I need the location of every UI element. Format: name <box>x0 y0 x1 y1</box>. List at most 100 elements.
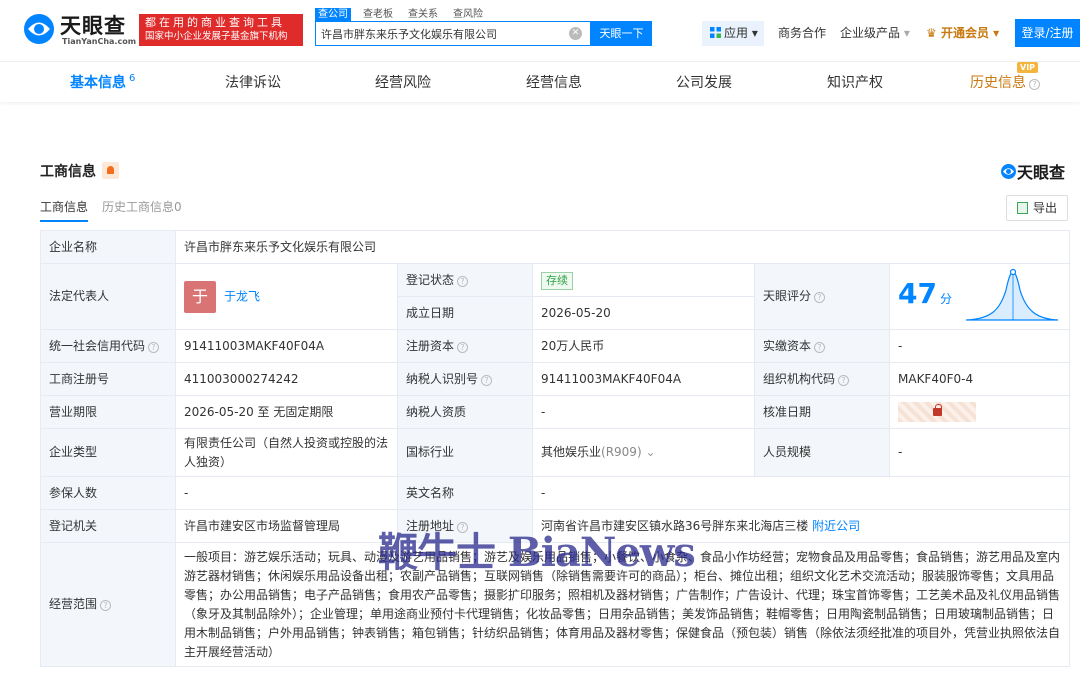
staff-value: - <box>888 428 1071 477</box>
tab-business-info[interactable]: 经营信息 <box>526 72 582 92</box>
help-icon[interactable]: ? <box>100 600 112 611</box>
search-tab-company[interactable]: 查公司 <box>315 8 351 22</box>
help-icon[interactable]: ? <box>148 341 160 353</box>
taxpayer-id-label-cell: 纳税人识别号? <box>397 362 533 396</box>
help-icon[interactable]: ? <box>838 374 850 386</box>
score-unit: 分 <box>939 292 952 306</box>
export-button[interactable]: 导出 <box>1006 195 1068 221</box>
tab-legal[interactable]: 法律诉讼 <box>225 72 281 92</box>
nav-open-vip[interactable]: ♛ 开通会员 ▾ <box>926 21 999 46</box>
vip-badge: VIP <box>1017 62 1039 73</box>
clear-icon[interactable]: ✕ <box>569 27 582 40</box>
company-tab-bar: 基本信息 6 法律诉讼 经营风险 经营信息 公司发展 知识产权 历史信息? VIP <box>0 62 1080 102</box>
section-title-text: 工商信息 <box>40 164 96 180</box>
reg-no-value: 411003000274242 <box>175 362 398 396</box>
approve-date-label: 核准日期 <box>754 395 890 429</box>
app-menu-label: 应用 <box>724 26 749 40</box>
approve-date-cell <box>888 395 1071 429</box>
table-row: 统一社会信用代码? 91411003MAKF40F04A 注册资本? 20万人民… <box>40 329 1071 363</box>
tianyancha-logo[interactable]: 天眼查 TianYanCha.com <box>22 10 137 50</box>
search-box: ✕ <box>315 21 591 46</box>
tab-basic-info-count: 6 <box>129 73 136 85</box>
company-name-label: 企业名称 <box>40 230 176 264</box>
slogan-line2: 国家中小企业发展子基金旗下机构 <box>145 31 288 42</box>
industry-cell[interactable]: 其他娱乐业(R909) ⌄ <box>532 428 755 477</box>
lock-icon[interactable] <box>898 402 976 422</box>
logo-pinyin: TianYanCha.com <box>62 37 137 46</box>
nav-open-vip-label: 开通会员 <box>940 26 989 40</box>
industry-label: 国标行业 <box>397 428 533 477</box>
slogan-line1: 都在用的商业查询工具 <box>145 16 285 29</box>
tianyancha-eye-icon <box>24 14 54 44</box>
found-date-label: 成立日期 <box>397 296 533 330</box>
nav-enterprise-products-label: 企业级产品 <box>840 26 901 40</box>
industry-value: 其他娱乐业 <box>541 445 602 459</box>
legal-rep-cell: 于于龙飞 <box>175 263 398 330</box>
slogan-banner: 都在用的商业查询工具 国家中小企业发展子基金旗下机构 <box>139 14 303 46</box>
score-distribution-chart <box>966 268 1058 321</box>
help-icon[interactable]: ? <box>457 275 469 287</box>
chevron-down-icon: ▾ <box>748 26 758 40</box>
chevron-down-icon: ▾ <box>900 26 910 40</box>
help-icon[interactable]: ? <box>814 292 826 303</box>
type-label: 企业类型 <box>40 428 176 477</box>
search-input[interactable] <box>316 22 556 45</box>
legal-rep-link[interactable]: 于龙飞 <box>224 289 260 303</box>
bell-icon[interactable] <box>102 162 119 179</box>
paid-capital-value: - <box>888 329 1071 363</box>
credit-code-label: 统一社会信用代码 <box>49 338 146 353</box>
credit-code-label-cell: 统一社会信用代码? <box>40 329 176 363</box>
search-tab-risk[interactable]: 查风险 <box>450 8 486 22</box>
tab-business-risk[interactable]: 经营风险 <box>375 72 431 92</box>
english-value: - <box>531 476 1071 510</box>
chevron-down-icon: ▾ <box>988 26 1000 40</box>
reg-no-label: 工商注册号 <box>40 362 176 396</box>
help-icon[interactable]: ? <box>457 341 469 353</box>
org-code-label: 组织机构代码 <box>763 371 836 386</box>
tab-ip[interactable]: 知识产权 <box>827 72 883 92</box>
insured-label: 参保人数 <box>40 476 176 510</box>
tab-basic-info-label: 基本信息 <box>70 75 126 91</box>
taxpayer-id-label: 纳税人识别号 <box>406 371 479 386</box>
english-label: 英文名称 <box>397 476 533 510</box>
subtab-business-info[interactable]: 工商信息 <box>40 200 89 222</box>
login-register-button[interactable]: 登录/注册 <box>1015 19 1080 47</box>
search-tab-relation[interactable]: 查关系 <box>405 8 441 22</box>
score-value: 47 分 <box>898 277 952 310</box>
legal-rep-label: 法定代表人 <box>40 263 176 330</box>
score-label: 天眼评分 <box>763 289 812 303</box>
term-label: 营业期限 <box>40 395 176 429</box>
score-cell[interactable]: 47 分 <box>888 263 1071 330</box>
help-icon[interactable]: ? <box>1029 79 1040 90</box>
search-button[interactable]: 天眼一下 <box>591 21 652 46</box>
nearby-companies-link[interactable]: 附近公司 <box>812 519 860 533</box>
logo-name: 天眼查 <box>60 14 126 38</box>
reg-status-cell: 存续 <box>532 263 755 297</box>
subtab-history-business-info[interactable]: 历史工商信息0 <box>102 200 182 214</box>
search-tab-boss[interactable]: 查老板 <box>360 8 396 22</box>
found-date-value: 2026-05-20 <box>532 296 755 330</box>
table-row: 企业类型 有限责任公司（自然人投资或控股的法人独资） 国标行业 其他娱乐业(R9… <box>40 428 1071 477</box>
tab-basic-info[interactable]: 基本信息 6 <box>70 72 135 92</box>
reg-status-label: 登记状态 <box>406 272 455 287</box>
brand-watermark-logo: 天眼查 <box>1000 159 1065 183</box>
help-icon[interactable]: ? <box>814 341 826 353</box>
authority-value: 许昌市建安区市场监督管理局 <box>175 509 398 543</box>
reg-status-label-cell: 登记状态? <box>397 263 533 297</box>
apps-grid-icon <box>710 27 721 38</box>
nav-business-cooperation[interactable]: 商务合作 <box>778 21 826 46</box>
export-label: 导出 <box>1032 201 1057 215</box>
tab-history[interactable]: 历史信息? <box>970 72 1040 92</box>
help-icon[interactable]: ? <box>481 374 493 386</box>
tab-company-development[interactable]: 公司发展 <box>676 72 732 92</box>
business-info-table: 企业名称 许昌市胖东来乐予文化娱乐有限公司 法定代表人 于于龙飞 登记状态? 存… <box>40 230 1071 667</box>
authority-label: 登记机关 <box>40 509 176 543</box>
status-badge: 存续 <box>541 271 573 290</box>
nav-enterprise-products[interactable]: 企业级产品 ▾ <box>840 21 910 46</box>
top-header: 天眼查 TianYanCha.com 都在用的商业查询工具 国家中小企业发展子基… <box>0 0 1080 62</box>
app-menu-button[interactable]: 应用 ▾ <box>702 21 764 46</box>
scope-label: 经营范围 <box>49 597 98 611</box>
company-name-value: 许昌市胖东来乐予文化娱乐有限公司 <box>174 230 1071 264</box>
org-code-value: MAKF40F0-4 <box>888 362 1071 396</box>
reg-capital-value: 20万人民币 <box>532 329 755 363</box>
